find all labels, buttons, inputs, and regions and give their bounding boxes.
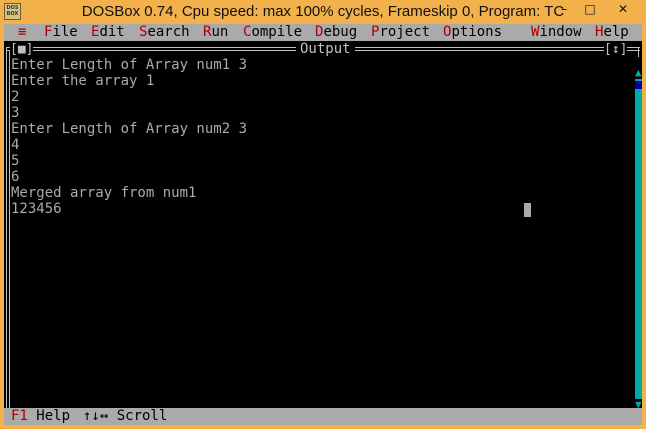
help-label: Help <box>27 408 71 424</box>
menu-search[interactable]: Search <box>139 24 190 41</box>
menu-file[interactable]: File <box>44 24 78 41</box>
menu-run[interactable]: Run <box>203 24 228 41</box>
menu-debug-label: ebug <box>323 24 358 40</box>
menu-help[interactable]: Help <box>595 24 629 41</box>
menu-compile[interactable]: Compile <box>243 24 302 41</box>
menu-help-label: elp <box>603 24 629 40</box>
frame-left-inner <box>9 50 10 408</box>
menu-edit-label: dit <box>99 24 125 40</box>
zoom-box-text: [↕] <box>604 42 628 57</box>
scroll-up-arrow-icon[interactable]: ▲ <box>635 67 642 78</box>
vertical-scrollbar-track[interactable] <box>635 79 642 399</box>
maximize-button[interactable]: □ <box>577 0 603 20</box>
console-line: 6 <box>11 169 20 185</box>
menu-search-label: earch <box>147 24 190 40</box>
console-line: Enter Length of Array num1 3 <box>11 57 248 73</box>
console-line: 4 <box>11 137 20 153</box>
menu-project[interactable]: Project <box>371 24 430 41</box>
console-output: Enter Length of Array num1 3 Enter the a… <box>11 57 631 217</box>
menu-options[interactable]: Options <box>443 24 502 41</box>
console-line: 2 <box>11 89 20 105</box>
console-line: 5 <box>11 153 20 169</box>
status-scroll: ↑↓↔ Scroll <box>83 408 168 424</box>
menu-debug[interactable]: Debug <box>315 24 357 41</box>
text-cursor <box>524 203 531 217</box>
menu-compile-label: ompile <box>251 24 303 40</box>
output-window-title[interactable]: Output <box>296 42 355 57</box>
window-title: DOSBox 0.74, Cpu speed: max 100% cycles,… <box>81 3 565 20</box>
status-help[interactable]: F1 Help <box>11 408 70 425</box>
dos-screen: ≡ File Edit Search Run Compile Debug Pro… <box>4 24 642 425</box>
dosbox-window: DOS BOX DOSBox 0.74, Cpu speed: max 100%… <box>0 0 646 429</box>
menu-run-label: un <box>211 24 229 40</box>
menu-project-label: roject <box>379 24 431 40</box>
menu-file-label: ile <box>52 24 78 40</box>
menu-edit[interactable]: Edit <box>91 24 125 41</box>
minimize-button[interactable]: – <box>551 0 577 20</box>
menu-options-label: ptions <box>451 24 503 40</box>
title-bar[interactable]: DOS BOX DOSBox 0.74, Cpu speed: max 100%… <box>0 0 646 24</box>
console-line: 3 <box>11 105 20 121</box>
menu-window[interactable]: Window <box>531 24 582 41</box>
menu-bar: ≡ File Edit Search Run Compile Debug Pro… <box>4 24 642 41</box>
output-zoom-box[interactable]: [↕] <box>604 42 628 57</box>
console-line: Enter Length of Array num2 3 <box>11 121 248 137</box>
console-line: Merged array from num1 <box>11 185 197 201</box>
f1-key-label: F1 <box>11 408 28 424</box>
close-button[interactable]: ✕ <box>603 0 643 20</box>
output-window: [■] Output [↕] Enter Length of Array num… <box>4 41 642 423</box>
menu-window-label: indow <box>539 24 582 40</box>
frame-right-top <box>638 47 639 57</box>
vertical-scrollbar-thumb[interactable] <box>635 81 642 89</box>
system-menu-icon[interactable]: ≡ <box>18 24 26 41</box>
close-box-text: [■] <box>10 42 34 57</box>
frame-left-outer <box>6 47 7 408</box>
console-line: Enter the array 1 <box>11 73 155 89</box>
status-bar: F1 Help ↑↓↔ Scroll <box>4 408 642 425</box>
console-line: 123456 <box>11 201 62 217</box>
output-close-box[interactable]: [■] <box>10 42 34 57</box>
